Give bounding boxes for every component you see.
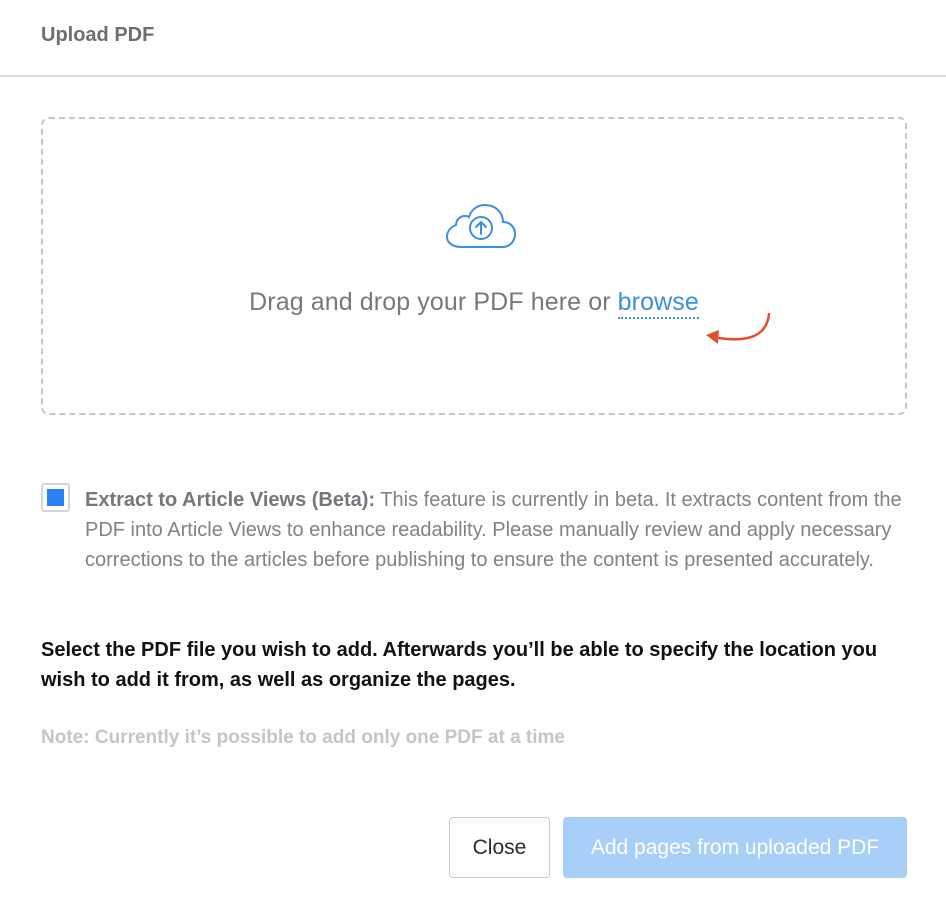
pdf-dropzone[interactable]: Drag and drop your PDF here or browse bbox=[41, 117, 907, 415]
add-pages-button[interactable]: Add pages from uploaded PDF bbox=[563, 817, 907, 878]
upload-pdf-dialog: Upload PDF Drag and drop your PDF here o… bbox=[0, 0, 946, 902]
extract-description: Extract to Article Views (Beta): This fe… bbox=[85, 485, 907, 575]
dialog-header: Upload PDF bbox=[0, 0, 946, 77]
annotation-arrow-icon bbox=[706, 312, 771, 344]
close-button[interactable]: Close bbox=[449, 817, 550, 878]
dropzone-instruction: Drag and drop your PDF here or bbox=[249, 288, 611, 316]
checkbox-checked-indicator bbox=[47, 489, 64, 506]
cloud-upload-icon bbox=[445, 203, 517, 248]
extract-title: Extract to Article Views (Beta): bbox=[85, 489, 376, 511]
instructions-text: Select the PDF file you wish to add. Aft… bbox=[41, 639, 878, 691]
dialog-title: Upload PDF bbox=[41, 24, 155, 46]
note-text: Currently it’s possible to add only one … bbox=[94, 727, 565, 748]
note: Note: Currently it’s possible to add onl… bbox=[41, 727, 565, 749]
dropzone-text: Drag and drop your PDF here or browse bbox=[43, 288, 905, 319]
extract-checkbox[interactable] bbox=[41, 483, 70, 512]
note-label: Note: bbox=[41, 727, 90, 748]
